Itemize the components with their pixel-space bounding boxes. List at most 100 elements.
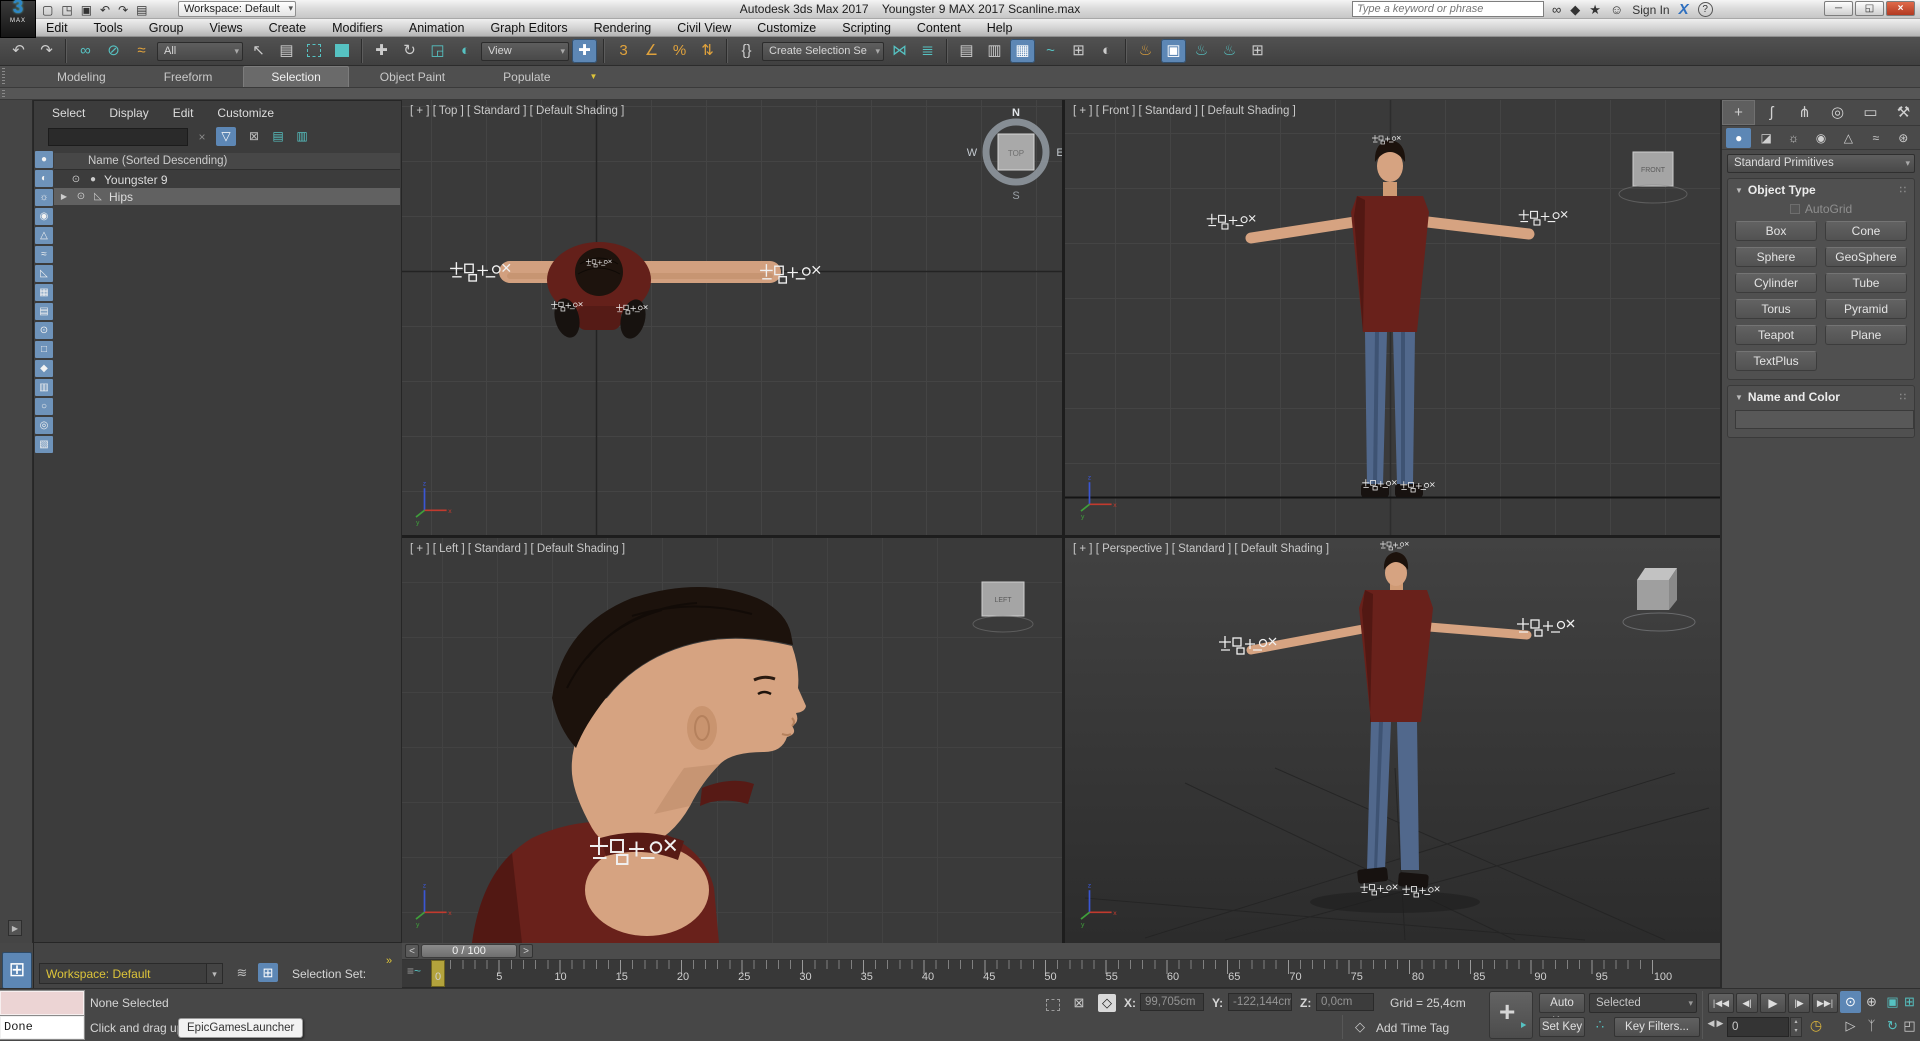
explorer-filter-icon[interactable]: ● (35, 151, 53, 168)
primitive-button[interactable]: GeoSphere (1825, 247, 1907, 267)
communication-center-icon[interactable]: ◆ (1570, 2, 1580, 18)
primitive-button[interactable]: Teapot (1735, 325, 1817, 345)
filter-icon[interactable]: ▽ (216, 127, 236, 146)
dock-expand-button[interactable]: ▶ (8, 920, 22, 936)
viewport-layout-tabs-button[interactable]: ⊞ (2, 952, 32, 989)
angle-snap-icon[interactable]: ∠ (639, 39, 664, 63)
zoom-extents-all-icon[interactable]: ⊞ (1899, 991, 1920, 1013)
select-and-move-icon[interactable]: ✚ (369, 39, 394, 63)
explorer-filter-icon[interactable]: ▤ (35, 303, 53, 320)
window-crossing-icon[interactable] (330, 39, 355, 63)
render-iterative-icon[interactable]: ♨ (1217, 39, 1242, 63)
set-key-button[interactable]: Set Key (1539, 1017, 1585, 1037)
tab-modeling[interactable]: Modeling (30, 67, 133, 87)
rollout-grip-icon[interactable]: ∷ (1900, 392, 1907, 403)
current-frame-field[interactable] (1727, 1017, 1789, 1037)
explorer-search-input[interactable] (48, 128, 188, 146)
modify-tab-icon[interactable]: ʃ (1755, 100, 1788, 125)
toggle-layer-explorer-icon[interactable]: ▥ (982, 39, 1007, 63)
select-and-link-icon[interactable]: ∞ (73, 39, 98, 63)
menu-item[interactable]: Civil View (677, 21, 731, 35)
lock-icon[interactable]: ⊠ (244, 127, 264, 146)
explorer-filter-icon[interactable]: ◎ (35, 417, 53, 434)
material-editor-icon[interactable]: ◐ (1094, 39, 1119, 63)
walk-through-icon[interactable]: ᛉ (1861, 1015, 1882, 1037)
toggle-scene-explorer-icon[interactable]: ▤ (954, 39, 979, 63)
menu-item[interactable]: Edit (46, 21, 68, 35)
ribbon-minimize-icon[interactable]: ▼ (582, 66, 606, 87)
compass-west[interactable]: W (967, 147, 978, 159)
absolute-mode-icon[interactable]: ◇ (1098, 994, 1116, 1012)
next-frame-playback-button[interactable]: |▶ (1788, 993, 1810, 1013)
selection-lock-icon[interactable]: ⊠ (1070, 995, 1088, 1011)
explorer-column-header[interactable]: Name (Sorted Descending) (54, 153, 400, 170)
menu-item[interactable]: Views (209, 21, 242, 35)
primitive-button[interactable]: Cylinder (1735, 273, 1817, 293)
sign-in-button[interactable]: Sign In (1632, 3, 1669, 17)
key-step-forward-icon[interactable]: ▶ (1715, 1018, 1725, 1029)
isolate-selection-icon[interactable] (1046, 997, 1064, 1011)
search-icon[interactable]: ∞ (1552, 2, 1561, 17)
edit-named-selection-sets-icon[interactable]: {} (734, 39, 759, 63)
reference-coordinate-dropdown[interactable]: View (481, 41, 569, 61)
expand-tree-icon[interactable]: ▤ (268, 127, 288, 146)
object-name-field[interactable] (1735, 410, 1914, 429)
viewcube-left-face[interactable]: LEFT (994, 597, 1012, 604)
z-coordinate-field[interactable]: 0,0cm (1316, 993, 1374, 1011)
maxscript-mini-listener[interactable] (0, 990, 85, 1016)
bind-to-space-warp-icon[interactable]: ≈ (129, 39, 154, 63)
shapes-category-icon[interactable]: ◪ (1753, 128, 1778, 148)
unlink-selection-icon[interactable]: ⊘ (101, 39, 126, 63)
explorer-menu-item[interactable]: Display (109, 106, 148, 125)
search-input[interactable] (1352, 1, 1544, 17)
display-tab-icon[interactable]: ▭ (1854, 100, 1887, 125)
3dsmax-logo[interactable]: 3 MAX (0, 0, 36, 38)
lights-category-icon[interactable]: ☼ (1781, 128, 1806, 148)
viewcube-front-face[interactable]: FRONT (1641, 167, 1666, 174)
schematic-view-icon[interactable]: ⊞ (1066, 39, 1091, 63)
explorer-row-youngster9[interactable]: ⊙ ● Youngster 9 (54, 171, 400, 188)
viewcube-top-face[interactable]: TOP (1008, 149, 1024, 158)
mirror-icon[interactable]: ⋈ (887, 39, 912, 63)
tab-populate[interactable]: Populate (476, 67, 577, 87)
explorer-filter-icon[interactable]: ○ (35, 398, 53, 415)
frame-spinner[interactable]: ▴ ▾ (1790, 1017, 1802, 1037)
open-file-icon[interactable]: ◳ (61, 3, 72, 17)
compass-east[interactable]: E (1056, 147, 1062, 159)
key-filters-button[interactable]: Key Filters... (1614, 1017, 1700, 1037)
explorer-filter-icon[interactable]: ▧ (35, 436, 53, 453)
y-coordinate-field[interactable]: -122,144cm (1228, 993, 1292, 1011)
maxscript-listener-line[interactable]: Done (0, 1015, 85, 1040)
systems-category-icon[interactable]: ⊛ (1891, 128, 1916, 148)
maximize-viewport-toggle-icon[interactable]: ◰ (1899, 1015, 1920, 1037)
redo-icon[interactable]: ↷ (118, 3, 128, 17)
explorer-menu-item[interactable]: Customize (217, 106, 274, 125)
viewport-front-label[interactable]: [ + ] [ Front ] [ Standard ] [ Default S… (1073, 105, 1296, 117)
snap-toggle-3d-icon[interactable]: 3 (611, 39, 636, 63)
time-configuration-icon[interactable]: ◷ (1806, 1017, 1826, 1034)
viewport-perspective[interactable]: [ + ] [ Perspective ] [ Standard ] [ Def… (1065, 538, 1720, 943)
previous-frame-button[interactable]: < (405, 944, 419, 958)
spinner-snap-icon[interactable]: ⇅ (695, 39, 720, 63)
hierarchy-tab-icon[interactable]: ⋔ (1788, 100, 1821, 125)
viewport-front[interactable]: [ + ] [ Front ] [ Standard ] [ Default S… (1065, 100, 1720, 535)
percent-snap-icon[interactable]: % (667, 39, 692, 63)
render-in-cloud-icon[interactable]: ⊞ (1245, 39, 1270, 63)
helpers-category-icon[interactable]: △ (1836, 128, 1861, 148)
primitive-button[interactable]: Box (1735, 221, 1817, 241)
exchange-icon[interactable]: X (1679, 1, 1689, 18)
explorer-row-hips[interactable]: ▶ ⊙ ◺ Hips (54, 188, 400, 205)
explorer-filter-icon[interactable]: ▥ (35, 379, 53, 396)
explorer-filter-icon[interactable]: ☼ (35, 189, 53, 206)
viewport-perspective-label[interactable]: [ + ] [ Perspective ] [ Standard ] [ Def… (1073, 543, 1329, 555)
primitive-button[interactable]: Cone (1825, 221, 1907, 241)
time-slider-handle[interactable]: 0 / 100 (421, 944, 517, 958)
create-tab-icon[interactable]: + (1722, 100, 1755, 125)
menu-item[interactable]: Tools (94, 21, 123, 35)
redo-icon[interactable]: ↷ (34, 39, 59, 63)
menu-item[interactable]: Animation (409, 21, 465, 35)
next-frame-button[interactable]: > (519, 944, 533, 958)
menu-item[interactable]: Modifiers (332, 21, 383, 35)
primitives-category-dropdown[interactable]: Standard Primitives (1727, 154, 1915, 173)
primitive-button[interactable]: Pyramid (1825, 299, 1907, 319)
